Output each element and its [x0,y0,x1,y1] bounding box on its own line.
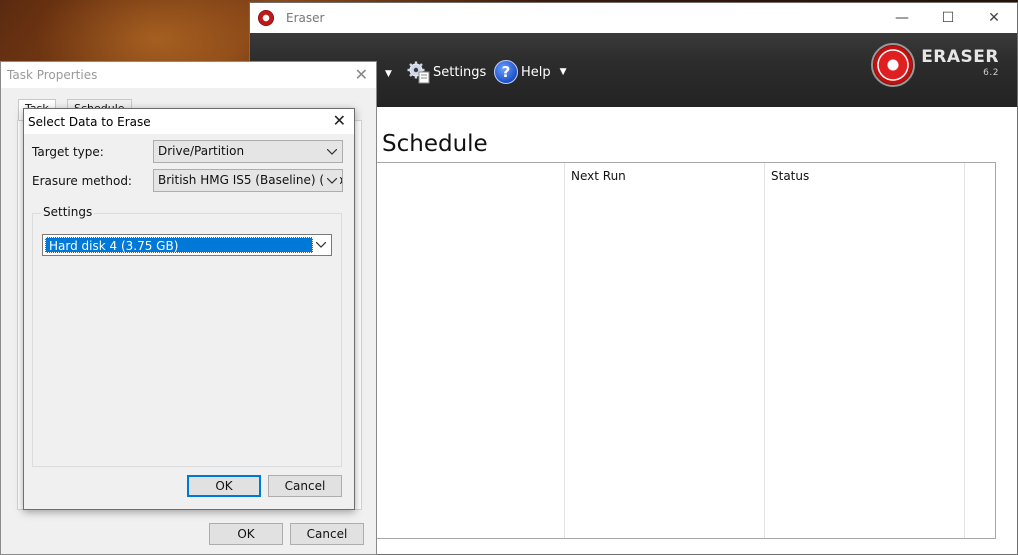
chevron-down-icon [324,170,340,191]
settings-groupbox: Settings Hard disk 4 (3.75 GB) [32,205,342,467]
window-controls: — ☐ ✕ [879,3,1017,33]
task-cancel-button[interactable]: Cancel [290,523,364,545]
cancel-button[interactable]: Cancel [268,475,342,497]
close-icon[interactable]: ✕ [971,3,1017,33]
target-type-label: Target type: [32,145,104,159]
help-question-icon: ? [494,60,518,84]
settings-button[interactable]: Settings [406,60,486,84]
chevron-down-icon [324,141,340,162]
page-title: Schedule [382,131,488,157]
schedule-list[interactable]: Next Run Status [325,162,996,539]
erasure-method-value: British HMG IS5 (Baseline) (1 pa [158,173,343,187]
help-label: Help [521,64,551,80]
eraser-logo-icon [871,43,916,87]
task-properties-title: Task Properties [7,68,98,82]
select-data-titlebar: Select Data to Erase ✕ [24,109,354,134]
drive-select[interactable]: Hard disk 4 (3.75 GB) [42,234,332,256]
settings-gear-icon [407,61,430,84]
column-status: Status [765,163,965,538]
close-icon[interactable]: ✕ [355,65,368,84]
target-type-value: Drive/Partition [158,144,245,158]
logo-name: ERASER [921,47,999,67]
select-data-dialog: Select Data to Erase ✕ Target type: Driv… [23,108,355,510]
help-button[interactable]: ? Help ▼ [494,60,567,84]
column-next-run: Next Run [565,163,765,538]
target-type-select[interactable]: Drive/Partition [153,140,343,163]
minimize-icon[interactable]: — [879,3,925,33]
column-header-next-run[interactable]: Next Run [571,169,626,183]
eraser-titlebar: Eraser — ☐ ✕ [250,3,1017,33]
task-ok-button[interactable]: OK [209,523,283,545]
drive-value: Hard disk 4 (3.75 GB) [45,237,313,253]
ok-button[interactable]: OK [187,475,261,497]
maximize-icon[interactable]: ☐ [925,3,971,33]
select-data-title: Select Data to Erase [28,114,151,129]
eraser-logo: ERASER 6.2 [871,43,999,87]
help-dropdown-icon[interactable]: ▼ [560,67,567,77]
task-properties-titlebar: Task Properties ✕ [1,62,376,88]
chevron-down-icon [313,237,329,253]
settings-label: Settings [433,64,487,80]
eraser-app-icon [258,10,274,26]
erasure-method-label: Erasure method: [32,174,132,188]
settings-group-title: Settings [41,205,95,219]
window-title: Eraser [286,11,325,25]
close-icon[interactable]: ✕ [333,111,346,130]
new-task-dropdown-icon[interactable]: ▼ [385,69,392,79]
column-header-status[interactable]: Status [771,169,809,183]
erasure-method-select[interactable]: British HMG IS5 (Baseline) (1 pa [153,169,343,192]
logo-version: 6.2 [983,68,999,78]
